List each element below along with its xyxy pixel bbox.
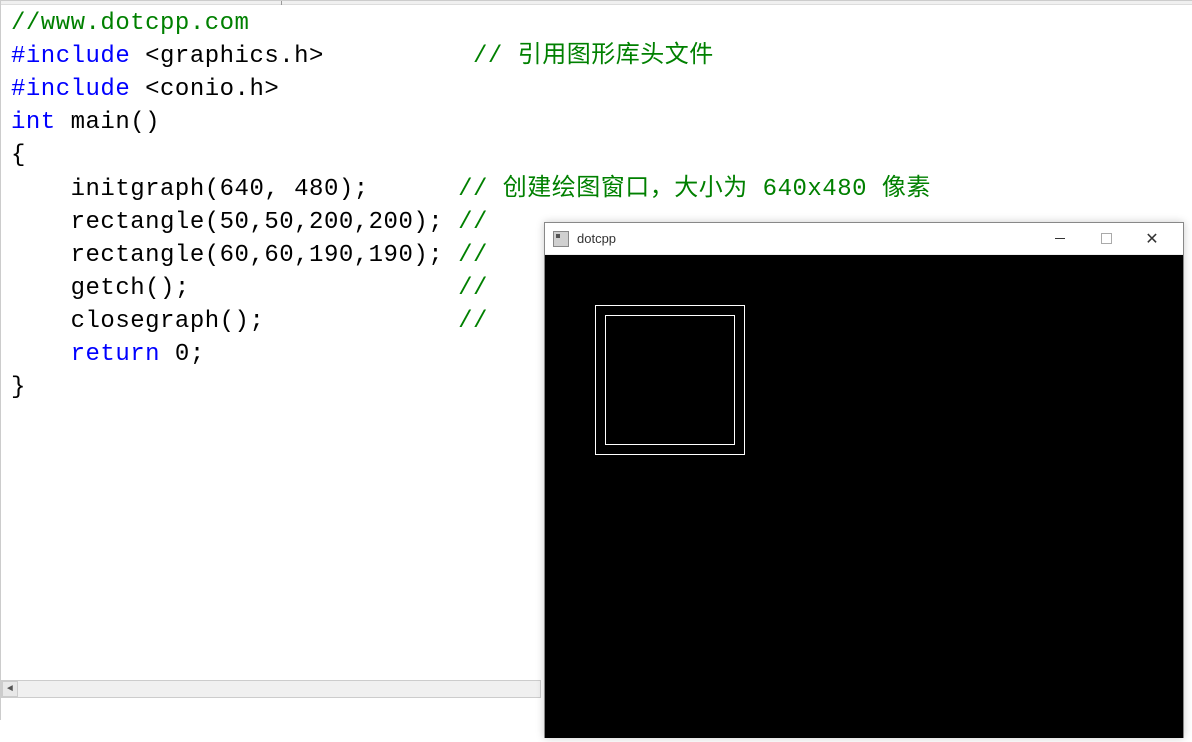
code-token: // 引用图形库头文件: [473, 43, 714, 70]
code-token: [324, 43, 473, 70]
code-token: <graphics.h>: [145, 43, 324, 70]
window-title: dotcpp: [577, 231, 616, 246]
code-line: //www.dotcpp.com: [11, 7, 931, 40]
rectangle-inner: [605, 315, 735, 445]
editor-ruler: [1, 1, 1192, 5]
code-token: int: [11, 109, 56, 136]
code-token: //: [458, 275, 488, 302]
maximize-button[interactable]: [1083, 224, 1129, 254]
code-token: [130, 43, 145, 70]
code-token: [130, 76, 145, 103]
code-token: return: [71, 341, 160, 368]
code-token: #include: [11, 76, 130, 103]
code-token: initgraph(640, 480);: [11, 176, 458, 203]
code-token: rectangle(60,60,190,190);: [11, 242, 458, 269]
code-token: main(): [56, 109, 160, 136]
code-token: #include: [11, 43, 130, 70]
graphics-output-window: dotcpp ✕: [544, 222, 1184, 738]
code-line: #include <graphics.h> // 引用图形库头文件: [11, 40, 931, 73]
ruler-mark: [281, 1, 282, 5]
code-line: initgraph(640, 480); // 创建绘图窗口，大小为 640x4…: [11, 173, 931, 206]
code-token: [11, 341, 71, 368]
code-token: <conio.h>: [145, 76, 279, 103]
code-token: //: [458, 209, 488, 236]
code-token: 0;: [160, 341, 205, 368]
app-icon: [553, 231, 569, 247]
close-button[interactable]: ✕: [1129, 224, 1175, 254]
code-token: }: [11, 374, 26, 401]
code-token: // 创建绘图窗口，大小为 640x480 像素: [458, 176, 931, 203]
code-token: //www.dotcpp.com: [11, 10, 249, 37]
code-line: {: [11, 139, 931, 172]
horizontal-scrollbar[interactable]: ◄: [1, 680, 541, 698]
graphics-canvas: [545, 255, 1183, 738]
window-titlebar[interactable]: dotcpp ✕: [545, 223, 1183, 255]
code-line: #include <conio.h>: [11, 73, 931, 106]
code-token: rectangle(50,50,200,200);: [11, 209, 458, 236]
code-line: int main(): [11, 106, 931, 139]
scroll-left-arrow-icon[interactable]: ◄: [2, 681, 18, 697]
code-token: getch();: [11, 275, 458, 302]
code-token: {: [11, 142, 26, 169]
code-token: //: [458, 308, 488, 335]
minimize-button[interactable]: [1037, 224, 1083, 254]
code-token: //: [458, 242, 488, 269]
code-token: closegraph();: [11, 308, 458, 335]
